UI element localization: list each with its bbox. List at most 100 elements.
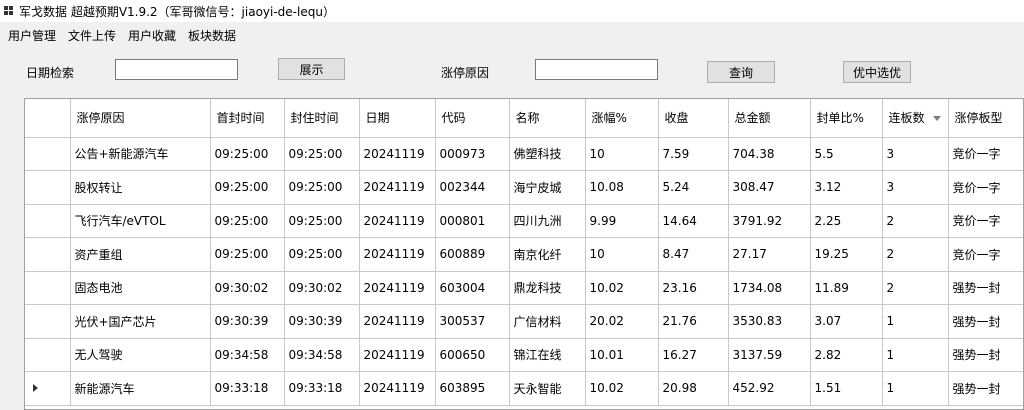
cell-name[interactable]: 广信材料 [509, 304, 586, 339]
cell-hold-seal-time[interactable]: 09:34:58 [284, 338, 360, 372]
cell-hold-seal-time[interactable]: 09:25:00 [284, 237, 360, 272]
cell-seal-ratio[interactable]: 2.82 [810, 338, 883, 372]
cell-total-amount[interactable]: 3791.92 [728, 204, 811, 238]
cell-first-seal-time[interactable]: 09:33:18 [210, 371, 285, 406]
cell-hold-seal-time[interactable]: 09:25:00 [284, 204, 360, 238]
cell-first-seal-time[interactable]: 09:30:39 [210, 304, 285, 339]
table-row[interactable]: 新能源汽车 09:33:18 09:33:18 20241119 603895 天永智能 1… [25, 371, 1023, 406]
cell-limit-type[interactable]: 竞价一字 [948, 237, 1023, 272]
cell-seal-ratio[interactable]: 3.07 [810, 304, 883, 339]
cell-limit-type[interactable]: 强势一封 [948, 304, 1023, 339]
cell-close[interactable]: 8.47 [658, 237, 729, 272]
cell-close[interactable]: 5.24 [658, 170, 729, 205]
cell-change-pct[interactable]: 10 [585, 137, 659, 171]
cell-limit-type[interactable]: 强势一封 [948, 271, 1023, 305]
select-best-button[interactable]: 优中选优 [843, 61, 911, 83]
cell-close[interactable]: 7.59 [658, 137, 729, 171]
cell-limit-type[interactable]: 竞价一字 [948, 137, 1023, 171]
cell-seal-ratio[interactable]: 3.12 [810, 170, 883, 205]
row-header[interactable] [25, 137, 71, 171]
cell-total-amount[interactable]: 27.17 [728, 237, 811, 272]
cell-streak[interactable]: 1 [882, 304, 949, 339]
cell-total-amount[interactable]: 452.92 [728, 371, 811, 406]
cell-reason[interactable]: 光伏+国产芯片 [70, 304, 211, 339]
cell-total-amount[interactable]: 3137.59 [728, 338, 811, 372]
cell-streak[interactable]: 2 [882, 204, 949, 238]
cell-hold-seal-time[interactable]: 09:33:18 [284, 371, 360, 406]
column-header-change-pct[interactable]: 涨幅% [585, 99, 659, 138]
data-grid[interactable]: 涨停原因 首封时间 封住时间 日期 代码 名称 涨幅% 收盘 总金额 封单比% … [24, 98, 1024, 410]
cell-close[interactable]: 21.76 [658, 304, 729, 339]
cell-change-pct[interactable]: 10.02 [585, 371, 659, 406]
cell-change-pct[interactable]: 20.02 [585, 304, 659, 339]
cell-first-seal-time[interactable]: 09:30:02 [210, 271, 285, 305]
cell-hold-seal-time[interactable]: 09:30:39 [284, 304, 360, 339]
row-header-corner[interactable] [25, 99, 71, 138]
cell-seal-ratio[interactable]: 5.5 [810, 137, 883, 171]
cell-change-pct[interactable]: 10 [585, 237, 659, 272]
cell-name[interactable]: 鼎龙科技 [509, 271, 586, 305]
cell-seal-ratio[interactable]: 2.25 [810, 204, 883, 238]
cell-first-seal-time[interactable]: 09:25:00 [210, 237, 285, 272]
cell-seal-ratio[interactable]: 19.25 [810, 237, 883, 272]
cell-reason[interactable]: 新能源汽车 [70, 371, 211, 406]
menu-file-upload[interactable]: 文件上传 [62, 27, 122, 44]
cell-limit-type[interactable]: 强势一封 [948, 338, 1023, 372]
row-header[interactable] [25, 170, 71, 205]
row-header[interactable] [25, 271, 71, 305]
table-row[interactable]: 资产重组 09:25:00 09:25:00 20241119 600889 南京化纤 10… [25, 237, 1023, 272]
cell-first-seal-time[interactable]: 09:25:00 [210, 204, 285, 238]
row-header[interactable] [25, 304, 71, 339]
column-header-first-seal-time[interactable]: 首封时间 [210, 99, 285, 138]
cell-first-seal-time[interactable]: 09:34:58 [210, 338, 285, 372]
cell-streak[interactable]: 1 [882, 371, 949, 406]
cell-code[interactable]: 600650 [435, 338, 510, 372]
cell-code[interactable]: 300537 [435, 304, 510, 339]
cell-seal-ratio[interactable]: 1.51 [810, 371, 883, 406]
menu-user-favorites[interactable]: 用户收藏 [122, 27, 182, 44]
cell-date[interactable]: 20241119 [359, 371, 436, 406]
cell-total-amount[interactable]: 3530.83 [728, 304, 811, 339]
menu-user-management[interactable]: 用户管理 [2, 27, 62, 44]
cell-name[interactable]: 天永智能 [509, 371, 586, 406]
column-header-date[interactable]: 日期 [359, 99, 436, 138]
column-header-reason[interactable]: 涨停原因 [70, 99, 211, 138]
cell-change-pct[interactable]: 9.99 [585, 204, 659, 238]
menu-sector-data[interactable]: 板块数据 [182, 27, 242, 44]
cell-date[interactable]: 20241119 [359, 137, 436, 171]
cell-reason[interactable]: 公告+新能源汽车 [70, 137, 211, 171]
cell-reason[interactable]: 无人驾驶 [70, 338, 211, 372]
cell-name[interactable]: 锦江在线 [509, 338, 586, 372]
cell-reason[interactable]: 飞行汽车/eVTOL [70, 204, 211, 238]
query-button[interactable]: 查询 [707, 61, 775, 83]
cell-date[interactable]: 20241119 [359, 170, 436, 205]
cell-streak[interactable]: 2 [882, 271, 949, 305]
cell-close[interactable]: 14.64 [658, 204, 729, 238]
column-header-seal-ratio[interactable]: 封单比% [810, 99, 883, 138]
cell-date[interactable]: 20241119 [359, 204, 436, 238]
cell-limit-type[interactable]: 竞价一字 [948, 170, 1023, 205]
cell-seal-ratio[interactable]: 11.89 [810, 271, 883, 305]
cell-code[interactable]: 603004 [435, 271, 510, 305]
cell-date[interactable]: 20241119 [359, 271, 436, 305]
table-row[interactable]: 固态电池 09:30:02 09:30:02 20241119 603004 鼎龙科技 10… [25, 271, 1023, 305]
column-header-total-amount[interactable]: 总金额 [728, 99, 811, 138]
cell-name[interactable]: 海宁皮城 [509, 170, 586, 205]
cell-first-seal-time[interactable]: 09:25:00 [210, 170, 285, 205]
cell-close[interactable]: 20.98 [658, 371, 729, 406]
cell-first-seal-time[interactable]: 09:25:00 [210, 137, 285, 171]
cell-close[interactable]: 23.16 [658, 271, 729, 305]
cell-reason[interactable]: 股权转让 [70, 170, 211, 205]
cell-hold-seal-time[interactable]: 09:25:00 [284, 170, 360, 205]
row-header[interactable] [25, 371, 71, 406]
table-row[interactable]: 光伏+国产芯片 09:30:39 09:30:39 20241119 300537 广信材… [25, 304, 1023, 339]
cell-code[interactable]: 002344 [435, 170, 510, 205]
cell-total-amount[interactable]: 1734.08 [728, 271, 811, 305]
cell-name[interactable]: 四川九洲 [509, 204, 586, 238]
cell-hold-seal-time[interactable]: 09:25:00 [284, 137, 360, 171]
row-header[interactable] [25, 338, 71, 372]
cell-date[interactable]: 20241119 [359, 237, 436, 272]
cell-date[interactable]: 20241119 [359, 338, 436, 372]
cell-date[interactable]: 20241119 [359, 304, 436, 339]
cell-code[interactable]: 603895 [435, 371, 510, 406]
